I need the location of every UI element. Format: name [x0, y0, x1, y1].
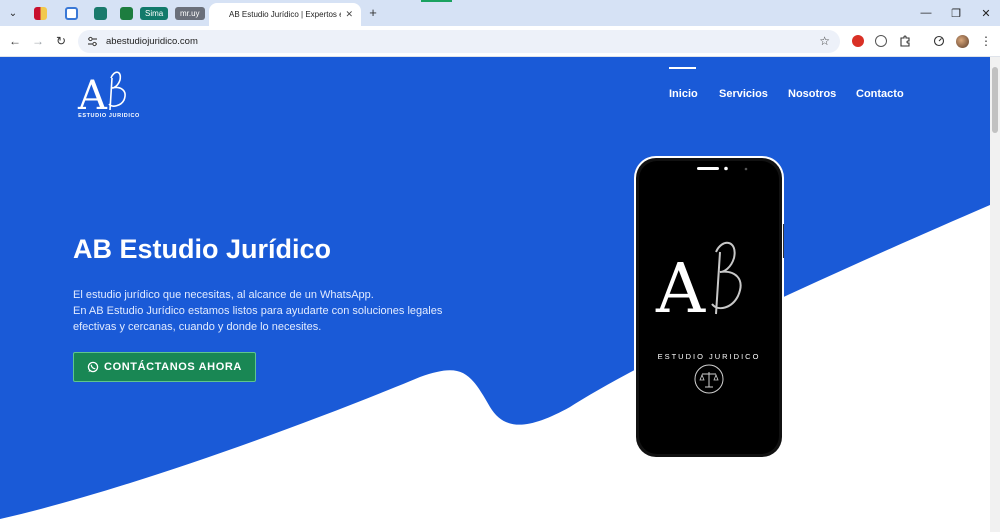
- hero-title: AB Estudio Jurídico: [73, 234, 332, 264]
- bookmark-star-icon[interactable]: ☆: [819, 34, 830, 48]
- hero-line-1: El estudio jurídico que necesitas, al al…: [73, 289, 374, 301]
- puzzle-icon: [900, 35, 910, 47]
- nav-nosotros[interactable]: Nosotros: [788, 88, 836, 100]
- green-app-favicon-icon: [119, 6, 133, 20]
- trello-favicon-icon: [93, 6, 107, 20]
- close-icon[interactable]: ✕: [345, 9, 353, 20]
- site-info-icon[interactable]: [86, 36, 98, 48]
- circle-extension-icon: [875, 35, 887, 47]
- page-viewport: A ESTUDIO JURIDICO Inicio Servicios Noso…: [0, 57, 990, 532]
- pinned-tab-label: mr.uy: [175, 6, 205, 20]
- phone-brand-text: ESTUDIO JURIDICO: [657, 352, 761, 361]
- chevron-down-icon: ⌄: [8, 7, 18, 19]
- active-tab[interactable]: AB Estudio Jurídico | Expertos en ✕: [209, 3, 361, 26]
- phone-mockup: A: [634, 156, 784, 459]
- calendar-favicon-icon: [64, 6, 78, 20]
- contact-cta-button[interactable]: CONTÁCTANOS AHORA: [73, 352, 256, 382]
- reload-icon: ↻: [55, 34, 67, 48]
- nav-inicio[interactable]: Inicio: [669, 88, 698, 100]
- pinned-tab-4[interactable]: [118, 5, 134, 21]
- screen-letter-a: A: [655, 250, 706, 329]
- hero-description: El estudio jurídico que necesitas, al al…: [73, 287, 453, 335]
- pinned-tab-label: Sima: [140, 6, 169, 20]
- restore-button[interactable]: ❐: [949, 6, 963, 20]
- phone-speaker: [697, 167, 719, 170]
- pinned-tab-1[interactable]: [32, 5, 48, 21]
- close-window-button[interactable]: ✕: [979, 6, 993, 20]
- tab-strip: ⌄ Sima mr.uy AB Estudio Jurídico | Exper…: [0, 0, 1000, 26]
- arrow-right-icon: →: [32, 34, 44, 48]
- back-button[interactable]: ←: [8, 34, 22, 48]
- close-icon: ✕: [981, 7, 991, 20]
- logo-letter-b: [108, 71, 126, 111]
- pinned-tab-2[interactable]: [63, 5, 79, 21]
- phone-camera: [724, 166, 728, 171]
- hero-line-3: efectivas y cercanas, cuando y donde lo …: [73, 321, 322, 333]
- active-tab-title: AB Estudio Jurídico | Expertos en: [229, 10, 341, 19]
- tab-search-button[interactable]: ⌄: [5, 5, 21, 21]
- active-nav-indicator: [669, 67, 696, 69]
- pinned-tab-sima[interactable]: Sima: [140, 5, 169, 21]
- new-tab-button[interactable]: +: [366, 4, 380, 20]
- red-shield-extension-icon: [852, 35, 864, 47]
- flag-favicon-icon: [33, 6, 47, 20]
- whatsapp-icon: [87, 361, 99, 373]
- kebab-menu-icon: ⋮: [980, 34, 992, 48]
- arrow-left-icon: ←: [9, 34, 21, 48]
- browser-toolbar: ← → ↻ abestudiojuridico.com ☆ ⋮: [0, 26, 1000, 57]
- url-text: abestudiojuridico.com: [106, 36, 198, 47]
- profile-avatar[interactable]: [955, 34, 969, 48]
- nav-servicios[interactable]: Servicios: [719, 88, 768, 100]
- extension-circle-button[interactable]: [874, 34, 888, 48]
- pinned-tab-3[interactable]: [92, 5, 108, 21]
- performance-button[interactable]: [932, 34, 946, 48]
- hero-line-2: En AB Estudio Jurídico estamos listos pa…: [73, 305, 443, 317]
- reload-button[interactable]: ↻: [54, 34, 68, 48]
- speedometer-icon: [933, 35, 945, 47]
- minimize-icon: —: [920, 7, 932, 19]
- logo-subtitle: ESTUDIO JURIDICO: [78, 113, 140, 119]
- extensions-button[interactable]: [898, 34, 912, 48]
- nav-contacto[interactable]: Contacto: [856, 88, 904, 100]
- phone-sensor: [744, 167, 748, 171]
- minimize-button[interactable]: —: [919, 6, 933, 20]
- avatar: [955, 34, 969, 48]
- browser-menu-button[interactable]: ⋮: [979, 34, 993, 48]
- cta-label: CONTÁCTANOS AHORA: [104, 361, 242, 373]
- address-bar[interactable]: abestudiojuridico.com ☆: [78, 30, 840, 53]
- page-scrollbar[interactable]: [990, 57, 1000, 532]
- restore-icon: ❐: [951, 7, 961, 20]
- plus-icon: +: [369, 4, 377, 20]
- extension-red-button[interactable]: [851, 34, 865, 48]
- phone-side-button: [783, 224, 784, 258]
- forward-button[interactable]: →: [31, 34, 45, 48]
- scrollbar-thumb[interactable]: [992, 67, 998, 133]
- tab-group-indicator: [421, 0, 452, 2]
- pinned-tab-mruy[interactable]: mr.uy: [175, 5, 205, 21]
